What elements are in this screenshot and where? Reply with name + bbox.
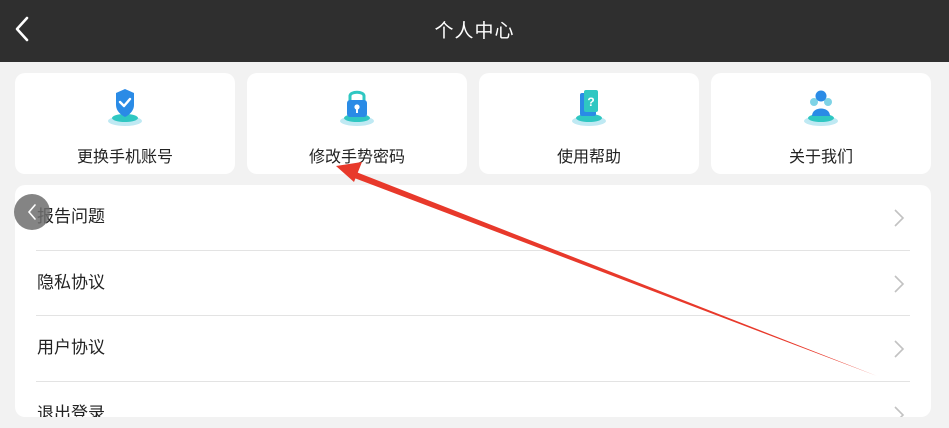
chevron-right-icon (894, 405, 905, 417)
chevron-left-icon (27, 204, 36, 220)
card-label: 更换手机账号 (76, 147, 173, 166)
menu-item-label: 用户协议 (37, 338, 105, 358)
settings-list: 报告问题 隐私协议 用户协议 退出登录 (15, 185, 931, 417)
menu-item-report-issue[interactable]: 报告问题 (36, 185, 910, 251)
menu-item-logout[interactable]: 退出登录 (36, 382, 910, 418)
chevron-right-icon (894, 209, 905, 227)
top-bar: 个人中心 (0, 0, 949, 62)
svg-text:?: ? (587, 95, 594, 109)
menu-item-user-agreement[interactable]: 用户协议 (36, 316, 910, 382)
card-label: 关于我们 (788, 147, 853, 166)
change-gesture-password-card[interactable]: 修改手势密码 (247, 73, 467, 174)
menu-item-label: 隐私协议 (37, 272, 105, 293)
team-icon (804, 90, 838, 126)
quick-actions: 更换手机账号 修改手势密码 ? 使用帮助 关于我们 (15, 73, 931, 174)
chevron-right-icon (894, 274, 905, 293)
menu-item-privacy-policy[interactable]: 隐私协议 (36, 251, 910, 316)
chevron-right-icon (894, 340, 905, 358)
floating-back-button[interactable] (14, 194, 50, 230)
menu-item-label: 退出登录 (37, 403, 105, 418)
phone-account-icon (108, 89, 142, 126)
help-book-icon: ? (572, 90, 606, 126)
card-label: 修改手势密码 (308, 147, 405, 166)
lock-icon (340, 90, 374, 126)
card-label: 使用帮助 (556, 147, 621, 166)
change-phone-account-card[interactable]: 更换手机账号 (15, 73, 235, 174)
page-title: 个人中心 (434, 20, 515, 42)
about-us-card[interactable]: 关于我们 (711, 73, 931, 174)
help-card[interactable]: ? 使用帮助 (479, 73, 699, 174)
